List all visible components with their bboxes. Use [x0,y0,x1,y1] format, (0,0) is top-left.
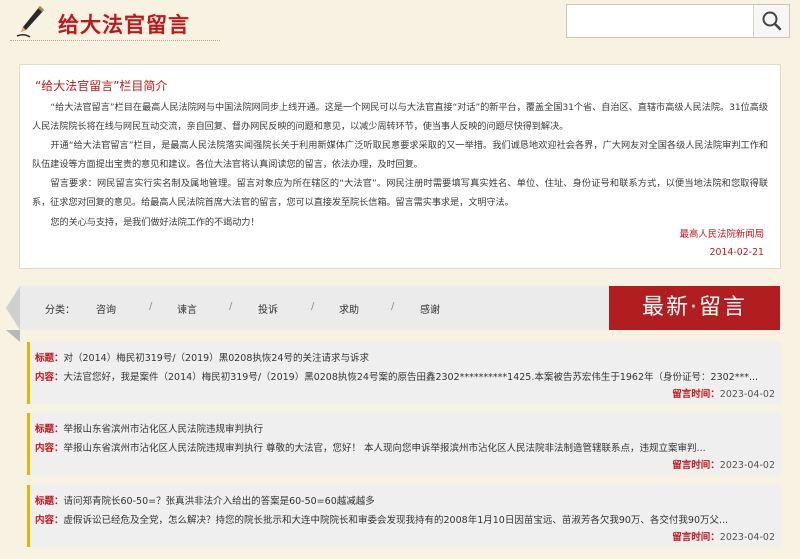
message-content-row: 内容：举报山东省滨州市沾化区人民法院违规审判执行 尊敬的大法官，您好！ 本人现向… [35,440,765,454]
latest-messages-banner: 最新·留言 [609,286,780,330]
message-item[interactable]: 标题：请问郑青院长60-50=？张真洪非法介入给出的答案是60-50=60越减越… [27,485,781,547]
message-item[interactable]: 标题：举报山东省滨州市沾化区人民法院违规审判执行 内容：举报山东省滨州市沾化区人… [27,413,781,475]
message-content: 大法官您好，我是案件（2014）梅民初319号/（2019）黑0208执恢24号… [63,372,759,383]
pen-icon [16,6,44,38]
time-label: 留言时间： [672,460,720,471]
category-consult[interactable]: 咨询 [96,301,116,316]
intro-paragraph: 留言要求：网民留言实行实名制及属地管理。留言对象应为所在辖区的“大法官”。网民注… [32,178,768,209]
message-item[interactable]: 标题：对（2014）梅民初319号/（2019）黑0208执恢24号的关注请求与… [27,342,781,404]
category-advice[interactable]: 谏言 [177,301,197,316]
category-thanks[interactable]: 感谢 [420,301,440,316]
content-label: 内容： [35,443,64,454]
intro-paragraph: 您的关心与支持，是我们做好法院工作的不竭动力！ [50,216,260,228]
category-separator: / [311,301,315,312]
message-time: 2023-04-02 [719,460,775,471]
title-label: 标题： [35,353,64,364]
message-time-row: 留言时间：2023-04-02 [672,457,775,471]
page-title: 给大法官留言 [58,13,190,37]
intro-panel: “给大法官留言”栏目简介 “给大法官留言”栏目在最高人民法院网与中国法院网同步上… [19,64,781,269]
message-title[interactable]: 对（2014）梅民初319号/（2019）黑0208执恢24号的关注请求与诉求 [64,353,369,364]
intro-paragraph: “给大法官留言”栏目在最高人民法院网与中国法院网同步上线开通。这是一个网民可以与… [32,102,768,133]
message-title-row: 标题：举报山东省滨州市沾化区人民法院违规审判执行 [35,421,263,435]
ribbon-fold-under [6,330,20,342]
message-content-row: 内容：大法官您好，我是案件（2014）梅民初319号/（2019）黑0208执恢… [35,369,765,383]
message-content: 举报山东省滨州市沾化区人民法院违规审判执行 尊敬的大法官，您好！ 本人现向您申诉… [63,443,706,454]
message-time: 2023-04-02 [719,532,775,543]
category-separator: / [149,301,153,312]
intro-paragraph: 开通“给大法官留言”栏目，是最高人民法院落实闻强院长关于利用新媒体广泛听取民意要… [32,140,768,171]
category-prefix: 分类： [45,305,75,316]
message-title[interactable]: 请问郑青院长60-50=？张真洪非法介入给出的答案是60-50=60越减越多 [64,496,375,507]
ribbon-fold-left [6,286,20,330]
message-time: 2023-04-02 [719,389,775,400]
message-content-row: 内容：虚假诉讼已经危及全党，怎么解决？持您的院长批示和大连中院院长和审委会发现我… [35,512,765,526]
category-separator: / [391,301,395,312]
time-label: 留言时间： [672,389,720,400]
category-help[interactable]: 求助 [339,301,359,316]
content-label: 内容： [35,372,64,383]
search-icon [762,11,782,31]
title-underline [10,40,220,41]
message-title[interactable]: 举报山东省滨州市沾化区人民法院违规审判执行 [64,424,264,435]
title-label: 标题： [35,496,64,507]
message-title-row: 标题：对（2014）梅民初319号/（2019）黑0208执恢24号的关注请求与… [35,350,369,364]
category-separator: / [229,301,233,312]
intro-heading: “给大法官留言”栏目简介 [35,79,168,93]
signature-org: 最高人民法院新闻局 [679,229,764,240]
content-label: 内容： [35,515,64,526]
message-title-row: 标题：请问郑青院长60-50=？张真洪非法介入给出的答案是60-50=60越减越… [35,493,375,507]
header: 给大法官留言 [0,0,800,50]
message-content: 虚假诉讼已经危及全党，怎么解决？持您的院长批示和大连中院院长和审委会发现我持有的… [63,515,729,526]
search-button[interactable] [753,5,789,37]
category-complaint[interactable]: 投诉 [258,301,278,316]
message-time-row: 留言时间：2023-04-02 [672,386,775,400]
signature-date: 2014-02-21 [709,247,764,258]
message-time-row: 留言时间：2023-04-02 [672,529,775,543]
search-input[interactable] [567,5,753,37]
title-label: 标题： [35,424,64,435]
search-box [566,4,790,38]
time-label: 留言时间： [672,532,720,543]
